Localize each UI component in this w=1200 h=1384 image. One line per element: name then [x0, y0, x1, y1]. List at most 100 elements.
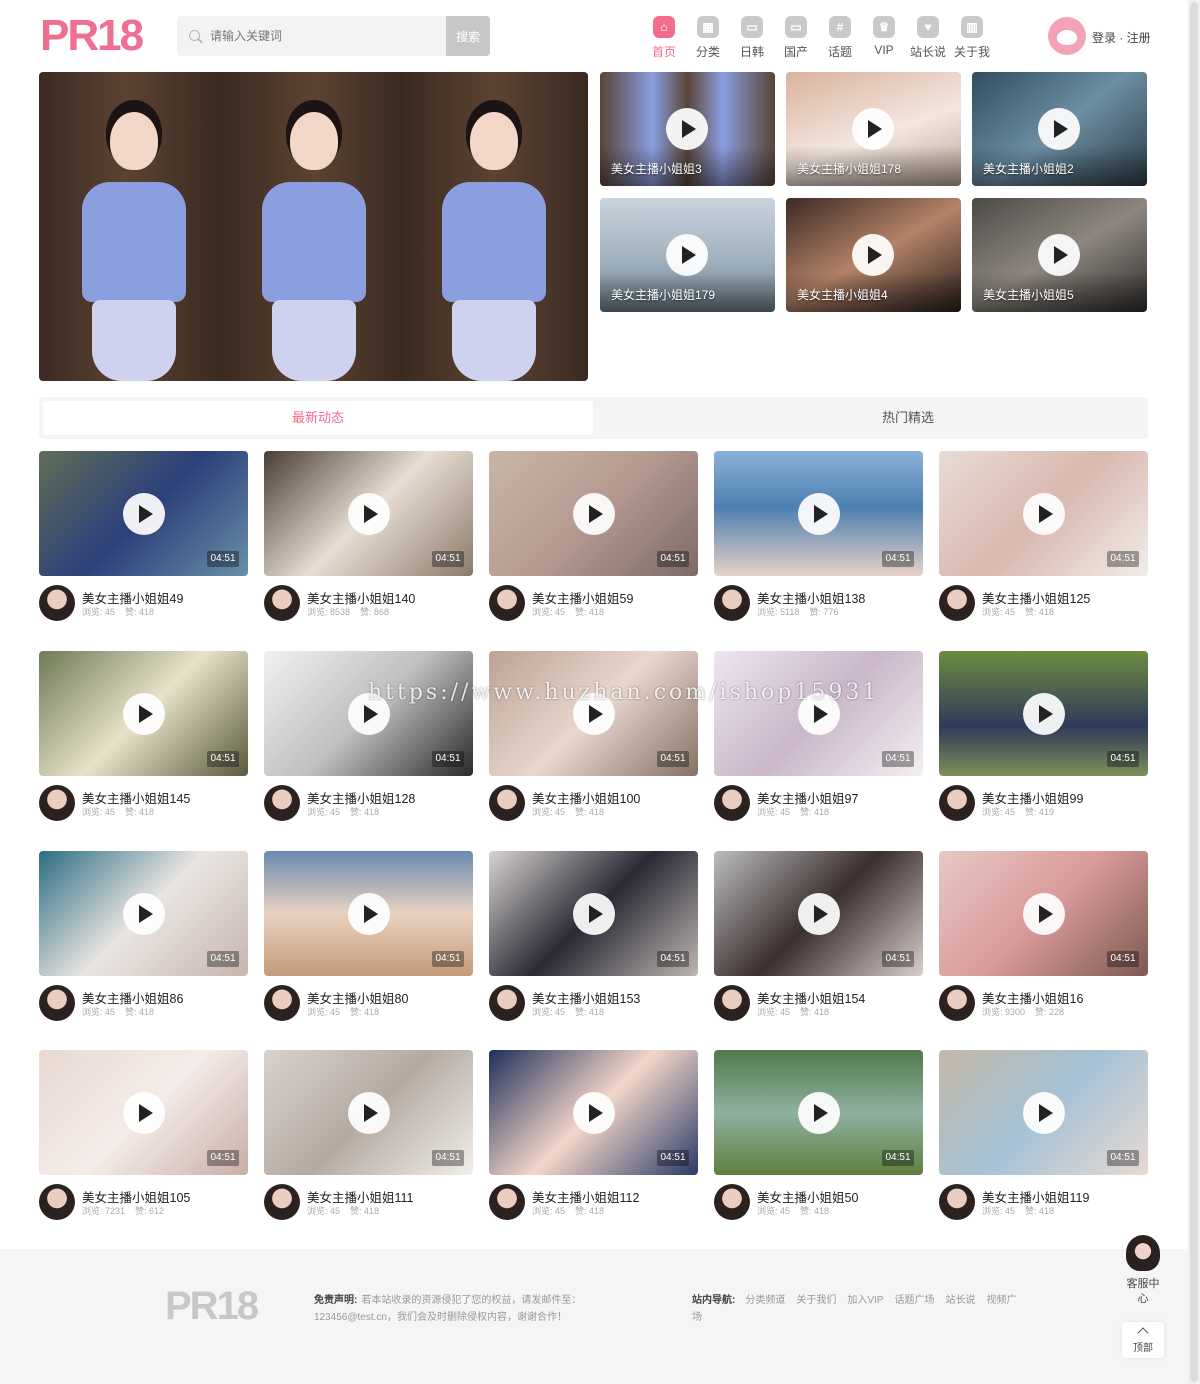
footer-nav-link[interactable]: 关于我们 [796, 1295, 836, 1306]
video-card[interactable]: 04:51 美女主播小姐姐99 浏览: 45 赞: 419 [939, 651, 1148, 821]
video-card[interactable]: 04:51 美女主播小姐姐49 浏览: 45 赞: 418 [39, 451, 248, 621]
video-thumbnail[interactable]: 04:51 [264, 1050, 473, 1175]
video-card[interactable]: 04:51 美女主播小姐姐112 浏览: 45 赞: 418 [489, 1050, 698, 1220]
video-thumbnail[interactable]: 04:51 [939, 851, 1148, 976]
nav-item[interactable]: ▭ 国产 [774, 14, 818, 59]
author-avatar[interactable] [714, 985, 750, 1021]
author-avatar[interactable] [489, 1184, 525, 1220]
footer-nav-link[interactable]: 分类频道 [745, 1295, 785, 1306]
video-card[interactable]: 04:51 美女主播小姐姐138 浏览: 5118 赞: 776 [714, 451, 923, 621]
author-avatar[interactable] [714, 785, 750, 821]
play-icon[interactable] [573, 493, 615, 535]
play-icon[interactable] [123, 693, 165, 735]
video-card[interactable]: 04:51 美女主播小姐姐111 浏览: 45 赞: 418 [264, 1050, 473, 1220]
play-icon[interactable] [798, 1092, 840, 1134]
footer-nav-link[interactable]: 话题广场 [894, 1295, 934, 1306]
search-input[interactable] [210, 16, 445, 56]
featured-video[interactable]: 美女主播小姐姐5 [972, 198, 1147, 312]
video-thumbnail[interactable]: 04:51 [489, 451, 698, 576]
tab-latest[interactable]: 最新动态 [43, 401, 593, 435]
play-icon[interactable] [852, 234, 894, 276]
author-avatar[interactable] [264, 985, 300, 1021]
play-icon[interactable] [123, 893, 165, 935]
video-thumbnail[interactable]: 04:51 [39, 651, 248, 776]
play-icon[interactable] [666, 108, 708, 150]
video-card[interactable]: 04:51 美女主播小姐姐97 浏览: 45 赞: 418 [714, 651, 923, 821]
video-thumbnail[interactable]: 04:51 [714, 651, 923, 776]
nav-item[interactable]: ▦ 分类 [686, 14, 730, 59]
author-avatar[interactable] [39, 985, 75, 1021]
featured-video[interactable]: 美女主播小姐姐179 [600, 198, 775, 312]
video-thumbnail[interactable]: 04:51 [939, 451, 1148, 576]
author-avatar[interactable] [39, 585, 75, 621]
customer-service-button[interactable]: 客服中心 [1122, 1235, 1164, 1315]
author-avatar[interactable] [264, 585, 300, 621]
play-icon[interactable] [348, 1092, 390, 1134]
video-card[interactable]: 04:51 美女主播小姐姐119 浏览: 45 赞: 418 [939, 1050, 1148, 1220]
video-card[interactable]: 04:51 美女主播小姐姐145 浏览: 45 赞: 418 [39, 651, 248, 821]
author-avatar[interactable] [939, 985, 975, 1021]
video-thumbnail[interactable]: 04:51 [939, 1050, 1148, 1175]
author-avatar[interactable] [489, 785, 525, 821]
author-avatar[interactable] [714, 1184, 750, 1220]
video-thumbnail[interactable]: 04:51 [264, 651, 473, 776]
author-avatar[interactable] [264, 1184, 300, 1220]
author-avatar[interactable] [714, 585, 750, 621]
site-logo[interactable]: PR18 [40, 14, 144, 58]
play-icon[interactable] [666, 234, 708, 276]
video-thumbnail[interactable]: 04:51 [39, 1050, 248, 1175]
video-thumbnail[interactable]: 04:51 [714, 1050, 923, 1175]
author-avatar[interactable] [939, 785, 975, 821]
video-card[interactable]: 04:51 美女主播小姐姐154 浏览: 45 赞: 418 [714, 851, 923, 1021]
play-icon[interactable] [1023, 1092, 1065, 1134]
video-thumbnail[interactable]: 04:51 [489, 851, 698, 976]
play-icon[interactable] [573, 1092, 615, 1134]
play-icon[interactable] [1038, 108, 1080, 150]
video-thumbnail[interactable]: 04:51 [264, 851, 473, 976]
play-icon[interactable] [348, 493, 390, 535]
video-card[interactable]: 04:51 美女主播小姐姐16 浏览: 9300 赞: 228 [939, 851, 1148, 1021]
video-thumbnail[interactable]: 04:51 [714, 451, 923, 576]
nav-item[interactable]: ♛ VIP [862, 14, 906, 58]
video-card[interactable]: 04:51 美女主播小姐姐50 浏览: 45 赞: 418 [714, 1050, 923, 1220]
play-icon[interactable] [123, 1092, 165, 1134]
user-avatar[interactable] [1048, 17, 1086, 55]
featured-video[interactable]: 美女主播小姐姐2 [972, 72, 1147, 186]
video-card[interactable]: 04:51 美女主播小姐姐59 浏览: 45 赞: 418 [489, 451, 698, 621]
video-card[interactable]: 04:51 美女主播小姐姐100 浏览: 45 赞: 418 [489, 651, 698, 821]
nav-item[interactable]: ♥ 站长说 [906, 14, 950, 59]
video-card[interactable]: 04:51 美女主播小姐姐140 浏览: 8538 赞: 868 [264, 451, 473, 621]
video-thumbnail[interactable]: 04:51 [489, 651, 698, 776]
scrollbar-thumb[interactable] [1190, 2, 1198, 1382]
nav-item[interactable]: ▭ 日韩 [730, 14, 774, 59]
footer-nav-link[interactable]: 站长说 [945, 1295, 975, 1306]
author-avatar[interactable] [939, 585, 975, 621]
play-icon[interactable] [1038, 234, 1080, 276]
featured-video[interactable]: 美女主播小姐姐178 [786, 72, 961, 186]
video-card[interactable]: 04:51 美女主播小姐姐125 浏览: 45 赞: 418 [939, 451, 1148, 621]
login-register-link[interactable]: 登录 · 注册 [1092, 29, 1151, 46]
video-card[interactable]: 04:51 美女主播小姐姐86 浏览: 45 赞: 418 [39, 851, 248, 1021]
video-card[interactable]: 04:51 美女主播小姐姐105 浏览: 7231 赞: 612 [39, 1050, 248, 1220]
play-icon[interactable] [573, 893, 615, 935]
play-icon[interactable] [1023, 893, 1065, 935]
featured-video[interactable]: 美女主播小姐姐3 [600, 72, 775, 186]
author-avatar[interactable] [39, 1184, 75, 1220]
author-avatar[interactable] [939, 1184, 975, 1220]
video-thumbnail[interactable]: 04:51 [489, 1050, 698, 1175]
video-thumbnail[interactable]: 04:51 [714, 851, 923, 976]
back-to-top-button[interactable]: 顶部 [1122, 1322, 1164, 1358]
featured-video[interactable]: 美女主播小姐姐4 [786, 198, 961, 312]
tab-hot[interactable]: 热门精选 [633, 401, 1183, 435]
author-avatar[interactable] [39, 785, 75, 821]
play-icon[interactable] [1023, 493, 1065, 535]
play-icon[interactable] [798, 893, 840, 935]
video-card[interactable]: 04:51 美女主播小姐姐153 浏览: 45 赞: 418 [489, 851, 698, 1021]
nav-item[interactable]: # 话题 [818, 14, 862, 59]
video-card[interactable]: 04:51 美女主播小姐姐128 浏览: 45 赞: 418 [264, 651, 473, 821]
author-avatar[interactable] [489, 985, 525, 1021]
play-icon[interactable] [798, 493, 840, 535]
video-thumbnail[interactable]: 04:51 [39, 851, 248, 976]
play-icon[interactable] [1023, 693, 1065, 735]
author-avatar[interactable] [489, 585, 525, 621]
